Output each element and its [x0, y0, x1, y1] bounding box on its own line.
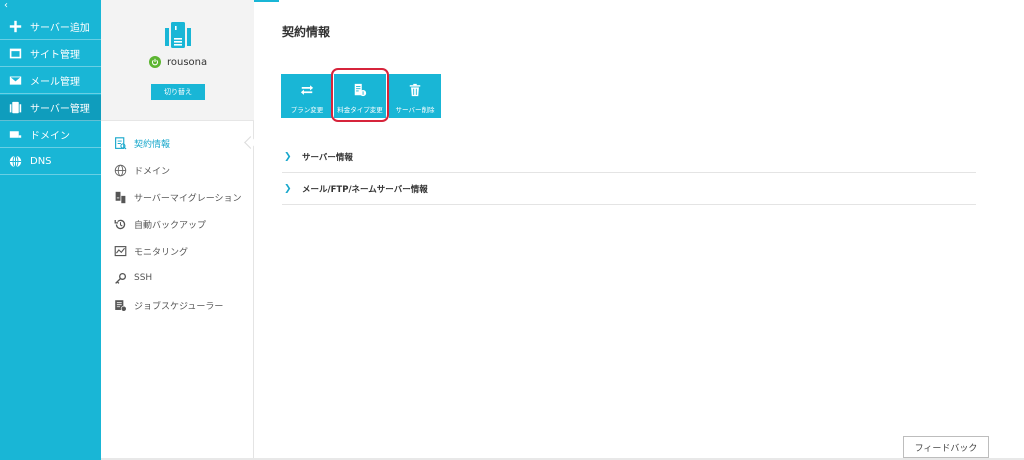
submenu-item-label: サーバーマイグレーション [134, 193, 242, 204]
sidebar-item-label: サーバー管理 [30, 104, 90, 115]
section-mail-ftp-ns-info[interactable]: ❯ メール/FTP/ネームサーバー情報 [282, 173, 976, 205]
sidebar-item-domain[interactable]: ドメイン [0, 122, 101, 148]
submenu-item-label: SSH [134, 273, 153, 283]
scheduler-icon [113, 298, 127, 312]
chevron-right-icon: ❯ [284, 183, 292, 194]
sidebar-item-site-management[interactable]: サイト管理 [0, 41, 101, 67]
submenu-item-job-scheduler[interactable]: ジョブスケジューラー [113, 296, 223, 314]
power-icon [149, 56, 161, 68]
chevron-right-icon: ❯ [284, 151, 292, 162]
submenu-item-monitoring[interactable]: モニタリング [113, 242, 188, 260]
globe-icon [113, 163, 127, 177]
submenu-item-label: ドメイン [134, 166, 171, 177]
monitor-icon [113, 244, 127, 258]
window-icon [8, 47, 22, 61]
plus-icon [8, 20, 22, 34]
contract-icon [113, 136, 127, 150]
highlight-annotation [331, 68, 389, 122]
sidebar-collapse-icon[interactable]: ‹ [4, 1, 8, 11]
plan-change-button[interactable]: プラン変更 [281, 74, 333, 118]
server-name: rousona [167, 56, 208, 68]
page-title: 契約情報 [282, 25, 331, 39]
server-delete-button[interactable]: サーバー削除 [389, 74, 441, 118]
button-label: プラン変更 [290, 106, 324, 114]
submenu-item-label: 契約情報 [134, 139, 171, 150]
button-label: サーバー削除 [395, 106, 435, 114]
mail-icon [8, 74, 22, 88]
submenu-item-ssh[interactable]: SSH [113, 269, 152, 287]
sidebar-item-label: サイト管理 [30, 50, 80, 61]
sidebar-item-label: サーバー追加 [30, 23, 90, 34]
server-icon [8, 101, 22, 115]
sidebar-item-label: ドメイン [30, 131, 70, 142]
sidebar-item-server-management[interactable]: サーバー管理 [0, 95, 101, 121]
sidebar-item-add-server[interactable]: サーバー追加 [0, 14, 101, 40]
sidebar-item-label: メール管理 [30, 77, 80, 88]
submenu-item-label: ジョブスケジューラー [134, 301, 224, 312]
submenu-item-server-migration[interactable]: サーバーマイグレーション [113, 188, 242, 206]
key-icon [113, 271, 127, 285]
feedback-button[interactable]: フィードバック [903, 436, 989, 458]
trash-icon [409, 83, 421, 97]
submenu-item-label: モニタリング [134, 247, 189, 258]
server-subpanel: rousona 切り替え 契約情報 ドメイン サーバーマイグレーション 自動バッ… [101, 0, 254, 460]
swap-arrows-icon [300, 85, 314, 95]
main-sidebar: ‹ サーバー追加 サイト管理 メール管理 サーバー管理 ドメイン DNS [0, 0, 101, 460]
submenu-item-contract[interactable]: 契約情報 [113, 134, 170, 152]
server-status: rousona [149, 56, 207, 68]
submenu-item-domain[interactable]: ドメイン [113, 161, 170, 179]
globe-icon [8, 155, 22, 169]
switch-server-button[interactable]: 切り替え [151, 84, 205, 100]
migration-icon [113, 190, 127, 204]
domain-icon [8, 128, 22, 142]
backup-icon [113, 217, 127, 231]
section-label: メール/FTP/ネームサーバー情報 [302, 184, 428, 195]
server-header: rousona 切り替え [101, 0, 254, 121]
sidebar-item-label: DNS [30, 156, 52, 167]
section-server-info[interactable]: ❯ サーバー情報 [282, 141, 976, 173]
submenu-item-auto-backup[interactable]: 自動バックアップ [113, 215, 206, 233]
section-label: サーバー情報 [302, 152, 353, 163]
sidebar-item-dns[interactable]: DNS [0, 149, 101, 175]
server-icon [165, 22, 191, 48]
submenu-item-label: 自動バックアップ [134, 220, 207, 231]
sidebar-item-mail-management[interactable]: メール管理 [0, 68, 101, 94]
